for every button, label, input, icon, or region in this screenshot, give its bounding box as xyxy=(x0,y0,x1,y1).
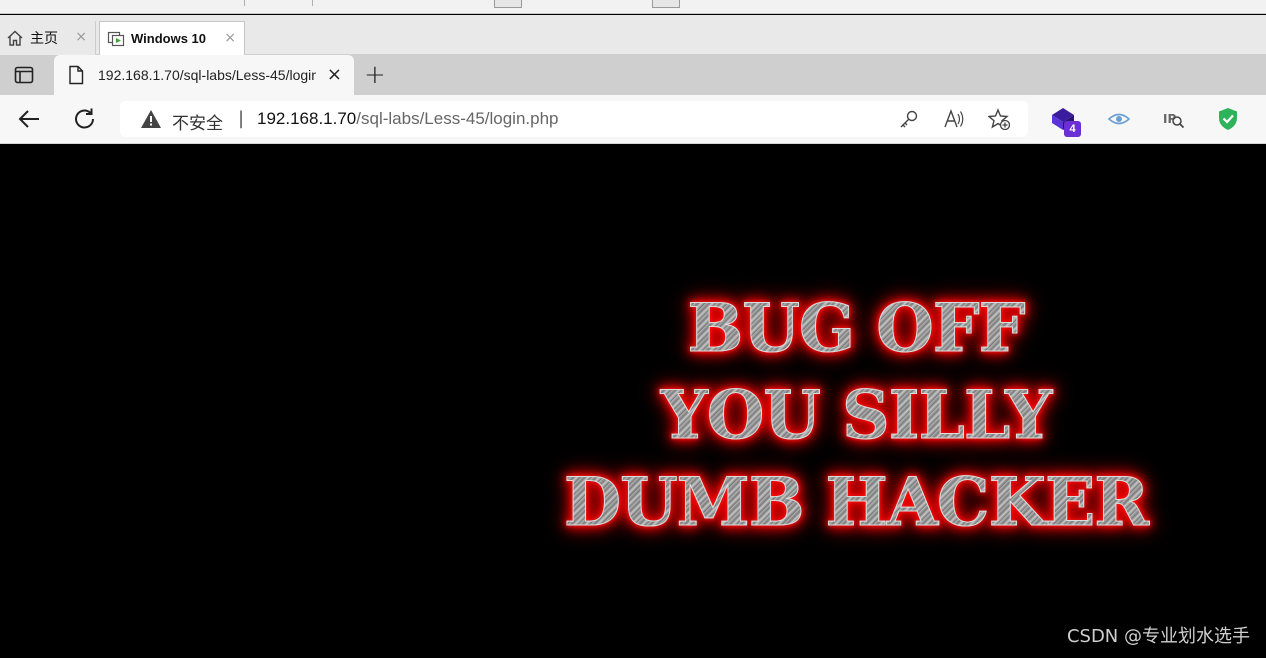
back-arrow-icon[interactable] xyxy=(16,106,44,132)
page-content: BUG OFF YOU SILLY DUMB HACKER CSDN @专业划水… xyxy=(0,145,1266,658)
vm-icon xyxy=(107,31,125,46)
vm-tab-home[interactable]: 主页 × xyxy=(0,21,96,55)
eye-extension-icon[interactable] xyxy=(1106,106,1132,132)
vm-tab-label: 主页 xyxy=(30,31,58,47)
vm-tab-label: Windows 10 xyxy=(131,31,207,46)
refresh-icon[interactable] xyxy=(71,106,99,132)
home-icon xyxy=(7,30,23,46)
hacker-warning-message: BUG OFF YOU SILLY DUMB HACKER xyxy=(486,285,1226,546)
read-aloud-icon[interactable] xyxy=(943,108,965,130)
browser-tab-title: 192.168.1.70/sql-labs/Less-45/login.php xyxy=(98,67,316,83)
ip-lookup-icon[interactable]: IP xyxy=(1160,106,1186,132)
url-path: /sql-labs/Less-45/login.php xyxy=(356,109,559,128)
csdn-watermark: CSDN @专业划水选手 xyxy=(1066,626,1250,647)
address-bar[interactable]: 不安全 | 192.168.1.70/sql-labs/Less-45/logi… xyxy=(120,101,1028,137)
message-line-2: YOU SILLY xyxy=(486,372,1226,459)
vm-tab-bar: 主页 × Windows 10 × xyxy=(0,15,1266,55)
browser-tab-strip: 192.168.1.70/sql-labs/Less-45/login.php … xyxy=(0,55,1266,95)
add-favorite-icon[interactable] xyxy=(988,108,1010,130)
url-host: 192.168.1.70 xyxy=(257,109,357,128)
page-icon xyxy=(69,65,84,85)
close-tab-icon[interactable]: × xyxy=(327,66,342,84)
security-label[interactable]: 不安全 xyxy=(172,109,223,134)
message-line-3: DUMB HACKER xyxy=(486,459,1226,546)
extension-badge: 4 xyxy=(1064,121,1081,137)
message-line-1: BUG OFF xyxy=(486,285,1226,372)
tab-actions-icon[interactable] xyxy=(14,66,34,84)
host-toolbar-strip xyxy=(0,0,1266,14)
url-text[interactable]: 192.168.1.70/sql-labs/Less-45/login.php xyxy=(257,109,559,129)
browser-tab-active[interactable]: 192.168.1.70/sql-labs/Less-45/login.php … xyxy=(54,55,354,95)
toolbar-button[interactable] xyxy=(652,0,680,8)
shield-icon[interactable] xyxy=(1215,106,1241,132)
key-icon[interactable] xyxy=(898,108,920,130)
new-tab-button[interactable]: + xyxy=(364,62,386,88)
screen: 主页 × Windows 10 × 192.168.1.70/sql-labs/… xyxy=(0,0,1266,658)
warning-icon[interactable] xyxy=(140,109,162,129)
toolbar-separator xyxy=(244,0,245,6)
toolbar-button[interactable] xyxy=(494,0,522,8)
vm-tab-windows10[interactable]: Windows 10 × xyxy=(99,21,245,55)
address-divider: | xyxy=(238,108,245,129)
close-icon[interactable]: × xyxy=(224,31,236,45)
toolbar-separator xyxy=(312,0,313,6)
close-icon[interactable]: × xyxy=(75,30,87,44)
